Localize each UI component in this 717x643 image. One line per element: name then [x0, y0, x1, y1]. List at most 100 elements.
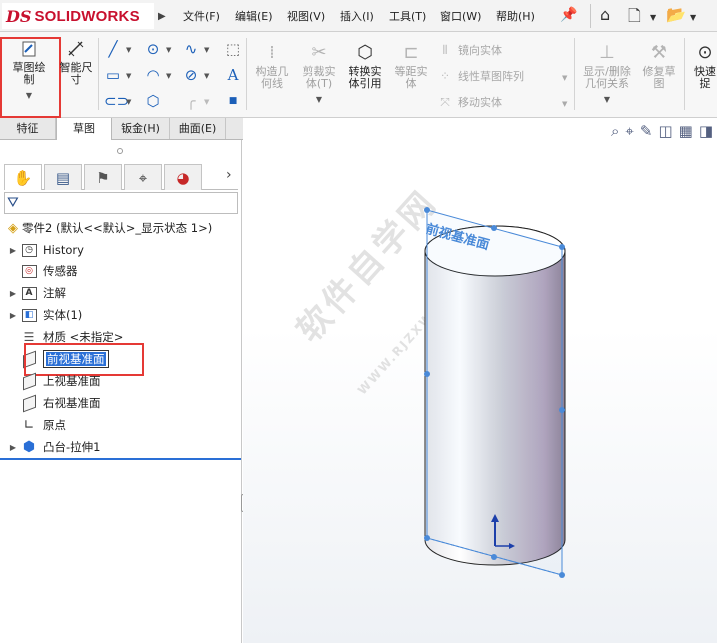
tab-sheet-metal[interactable]: 钣金(H) [112, 118, 170, 139]
linear-pattern-label: 线性草图阵列 [458, 70, 524, 83]
expand-icon[interactable]: ▶ [6, 289, 20, 298]
display-delete-relations-button[interactable]: ⊥ 显示/删除 几何关系 ▼ [578, 42, 636, 106]
tree-item-label: 传感器 [43, 264, 78, 278]
spline-icon[interactable]: ∿ [182, 40, 200, 58]
expand-icon[interactable]: ▶ [6, 311, 20, 320]
chevron-down-icon[interactable]: ▼ [126, 98, 131, 106]
app-logo[interactable]: DS SOLIDWORKS [2, 3, 154, 29]
chevron-down-icon[interactable]: ▼ [204, 98, 209, 106]
quick-snaps-label: 快速 捉 [694, 65, 716, 90]
chevron-down-icon[interactable]: ▼ [562, 100, 567, 108]
fillet-icon[interactable]: ╭ [182, 92, 200, 110]
property-manager-tab[interactable]: ▤ [44, 164, 82, 190]
tree-item-origin[interactable]: ∟ 原点 [6, 415, 66, 435]
expand-icon[interactable]: ▶ [6, 246, 20, 255]
chevron-down-icon[interactable]: ▼ [690, 13, 696, 22]
convert-entities-button[interactable]: ⬡ 转换实 体引用 [343, 42, 387, 90]
chevron-down-icon[interactable]: ▼ [126, 46, 131, 54]
menu-insert[interactable]: 插入(I) [340, 8, 374, 24]
grid-icon[interactable]: ⬚ [224, 40, 242, 58]
pin-icon[interactable]: 📌 [560, 7, 577, 23]
rectangle-icon[interactable]: ▭ [104, 66, 122, 84]
chevron-down-icon[interactable]: ▼ [316, 94, 322, 106]
model-view [424, 207, 566, 578]
tree-item-annotations[interactable]: ▶ A 注解 [6, 283, 66, 303]
tree-item-history[interactable]: ▶ ◷ History [6, 240, 84, 260]
new-document-icon[interactable]: 🗋 [628, 5, 641, 32]
point-icon[interactable]: ■ [224, 92, 242, 110]
convert-entities-icon: ⬡ [357, 42, 373, 63]
arc-icon[interactable]: ◠ [144, 66, 162, 84]
tree-filter-input[interactable]: ⛛ [4, 192, 238, 214]
command-tabs: 特征 草图 钣金(H) 曲面(E) [0, 118, 244, 140]
chevron-right-icon[interactable]: › [226, 167, 232, 183]
tree-item-label: 注解 [43, 286, 66, 300]
tree-item-label: 实体(1) [43, 308, 83, 322]
part-root-node[interactable]: ◈ 零件2 (默认<<默认>_显示状态 1>) [8, 220, 212, 236]
property-list-icon: ▤ [55, 168, 71, 187]
feature-manager-tab[interactable]: ✋ [4, 164, 42, 190]
menu-view[interactable]: 视图(V) [287, 8, 325, 24]
linear-pattern-button[interactable]: ⁘ 线性草图阵列 [436, 68, 524, 84]
offset-entities-button[interactable]: ⊏ 等距实 体 [390, 42, 432, 90]
menu-help[interactable]: 帮助(H) [496, 8, 535, 24]
display-manager-tab[interactable]: ◕ [164, 164, 202, 190]
tree-item-solid-bodies[interactable]: ▶ ◧ 实体(1) [6, 305, 82, 325]
menu-file[interactable]: 文件(F) [183, 8, 220, 24]
chevron-down-icon[interactable]: ▼ [204, 46, 209, 54]
polygon-icon[interactable]: ⬡ [144, 92, 162, 110]
plane-icon [20, 394, 38, 412]
menu-window[interactable]: 窗口(W) [440, 8, 481, 24]
chevron-down-icon[interactable]: ▼ [166, 72, 171, 80]
tab-surfaces[interactable]: 曲面(E) [170, 118, 226, 139]
tree-item-label: 右视基准面 [43, 396, 101, 410]
move-entities-label: 移动实体 [458, 96, 502, 109]
rollback-bar[interactable] [0, 458, 241, 460]
relations-icon: ⊥ [599, 42, 615, 63]
divider [684, 38, 685, 110]
chevron-down-icon[interactable]: ▼ [204, 72, 209, 80]
chevron-down-icon[interactable]: ▼ [562, 74, 567, 82]
tree-item-boss-extrude[interactable]: ▶ ⬢ 凸台-拉伸1 [6, 437, 101, 457]
repair-sketch-button[interactable]: ⚒ 修复草 图 [638, 42, 680, 90]
mirror-entities-button[interactable]: ⫴ 镜向实体 [436, 42, 502, 58]
expand-icon[interactable]: ▶ [6, 443, 20, 452]
quick-snaps-button[interactable]: ⊙ 快速 捉 [688, 42, 717, 90]
origin-icon: ∟ [23, 417, 35, 433]
construction-geometry-button[interactable]: ⁞ 构造几 何线 [250, 42, 294, 90]
trim-entities-button[interactable]: ✂ 剪裁实 体(T) ▼ [298, 42, 340, 106]
text-icon[interactable]: A [224, 66, 242, 84]
configuration-manager-tab[interactable]: ⚑ [84, 164, 122, 190]
chevron-down-icon[interactable]: ▼ [166, 46, 171, 54]
dimxpert-tab[interactable]: ⌖ [124, 164, 162, 190]
chevron-down-icon[interactable]: ▼ [126, 72, 131, 80]
smart-dimension-button[interactable]: 智能尺 寸 [56, 38, 96, 86]
move-entities-button[interactable]: ⤧ 移动实体 [436, 94, 502, 110]
divider [590, 4, 591, 28]
tree-item-top-plane[interactable]: 上视基准面 [6, 371, 101, 391]
tree-item-sensors[interactable]: ◎ 传感器 [6, 261, 78, 281]
graphics-area[interactable]: ⌕ ⌖ ✎ ◫ ▦ ◨ 软件自学网 WWW.RJZXW.COM 前视基准面 [243, 118, 717, 643]
logo-prefix: DS [6, 6, 32, 26]
divider [98, 38, 99, 110]
part-icon: ◈ [8, 220, 18, 236]
annotation-icon: A [20, 285, 38, 301]
menu-edit[interactable]: 编辑(E) [235, 8, 273, 24]
line-icon[interactable]: ╱ [104, 40, 122, 58]
circle-icon[interactable]: ⊙ [144, 40, 162, 58]
chevron-down-icon[interactable]: ▼ [650, 13, 656, 22]
home-icon[interactable]: ⌂ [600, 5, 610, 24]
chevron-right-icon[interactable]: ▶ [158, 11, 166, 22]
menu-tools[interactable]: 工具(T) [389, 8, 426, 24]
repair-sketch-label: 修复草 图 [642, 65, 676, 90]
slot-icon[interactable]: ⊂⊃ [104, 92, 129, 110]
chevron-down-icon[interactable]: ▼ [604, 94, 610, 106]
open-folder-icon[interactable]: 📂 [666, 5, 686, 24]
divider [246, 38, 247, 110]
panel-grip[interactable] [117, 148, 123, 154]
tree-item-right-plane[interactable]: 右视基准面 [6, 393, 101, 413]
mirror-icon: ⫴ [442, 42, 448, 57]
ellipse-icon[interactable]: ⊘ [182, 66, 200, 84]
tab-features[interactable]: 特征 [0, 118, 56, 139]
tab-sketch[interactable]: 草图 [56, 118, 112, 140]
